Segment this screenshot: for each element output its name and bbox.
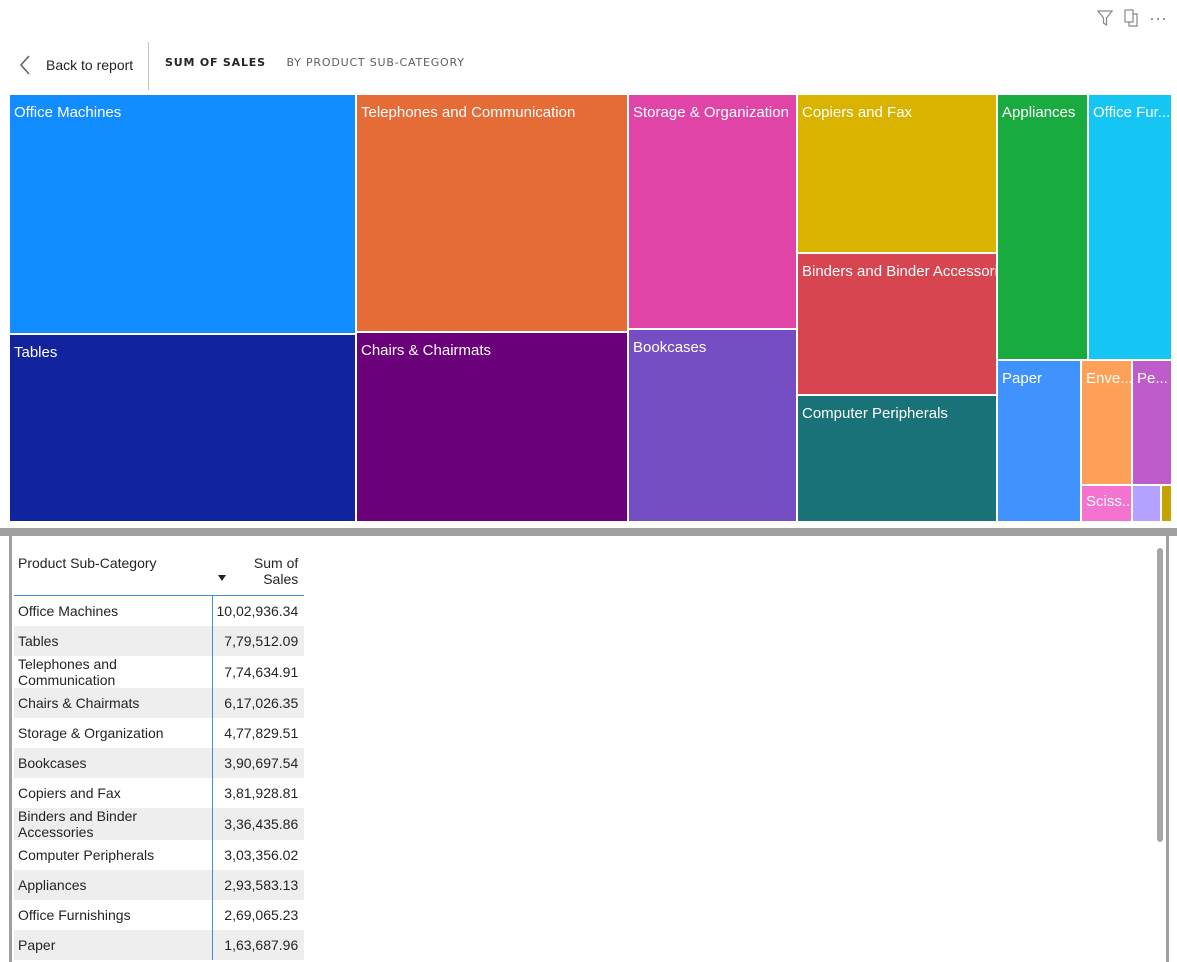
table-row[interactable]: Binders and Binder Accessories 3,36,435.8… — [14, 807, 305, 840]
column-header-category[interactable]: Product Sub-Category — [14, 547, 212, 596]
treemap-tile-paper[interactable]: Paper — [997, 360, 1081, 522]
table-row[interactable]: Tables 7,79,512.09 — [14, 625, 305, 656]
treemap-chart: Office Machines Tables Telephones and Co… — [9, 94, 1172, 522]
visual-title: SUM OF SALES BY PRODUCT SUB-CATEGORY — [165, 55, 465, 69]
table-row[interactable]: Paper 1,63,687.96 — [14, 929, 305, 960]
cell-category: Storage & Organization — [18, 724, 164, 741]
cell-value: 2,93,583.13 — [211, 869, 305, 900]
table-row[interactable]: Appliances 2,93,583.13 — [14, 869, 305, 900]
cell-value: 6,17,026.35 — [211, 687, 305, 718]
treemap-tile-tables[interactable]: Tables — [9, 334, 356, 522]
treemap-tile-small-1[interactable] — [1132, 485, 1161, 522]
treemap-tile-appliances[interactable]: Appliances — [997, 94, 1088, 360]
cell-category: Office Furnishings — [18, 906, 131, 923]
tile-label: Appliances — [1002, 104, 1076, 121]
tile-label: Binders and Binder Accessories — [802, 263, 997, 280]
sort-descending-icon — [218, 575, 227, 581]
cell-value: 10,02,936.34 — [211, 595, 305, 626]
dimension-title: BY PRODUCT SUB-CATEGORY — [286, 56, 465, 69]
cell-category: Tables — [14, 625, 212, 656]
treemap-tile-binders[interactable]: Binders and Binder Accessories — [797, 253, 997, 395]
tile-label: Pe... — [1137, 370, 1168, 387]
tile-label: Storage & Organization — [633, 104, 789, 121]
table-row[interactable]: Bookcases 3,90,697.54 — [14, 747, 305, 778]
cell-value: 3,81,928.81 — [211, 777, 305, 808]
column-header-sum-label: Sum of Sales — [253, 555, 299, 587]
back-to-report-label: Back to report — [46, 57, 134, 73]
cell-category: Paper — [14, 929, 212, 960]
tile-label: Paper — [1002, 370, 1043, 387]
visual-toolbar: ··· — [1097, 8, 1167, 28]
table-header-row: Product Sub-Category Sum of Sales — [14, 547, 305, 596]
cell-value: 7,74,634.91 — [211, 655, 305, 688]
cell-category: Chairs & Chairmats — [14, 687, 212, 718]
tile-label: Tables — [14, 344, 58, 361]
tile-label: Computer Peripherals — [802, 405, 948, 422]
focus-mode-icon[interactable] — [1123, 8, 1139, 28]
cell-value: 7,79,512.09 — [211, 625, 305, 656]
tile-label: Office Machines — [14, 104, 122, 121]
tile-label: Bookcases — [633, 339, 707, 356]
cell-value: 1,63,687.96 — [211, 929, 305, 960]
tile-label: Copiers and Fax — [802, 104, 913, 121]
cell-category: Appliances — [14, 869, 212, 900]
cell-value: 3,90,697.54 — [211, 747, 305, 778]
tile-label: Chairs & Chairmats — [361, 342, 492, 359]
cell-value: 4,77,829.51 — [211, 717, 305, 748]
table-row[interactable]: Computer Peripherals 3,03,356.02 — [14, 839, 305, 870]
cell-category: Telephones and Communication — [18, 655, 117, 688]
chevron-left-icon — [19, 55, 30, 75]
treemap-tile-copiers[interactable]: Copiers and Fax — [797, 94, 997, 253]
data-table: Product Sub-Category Sum of Sales Office… — [14, 547, 305, 960]
table-row[interactable]: Office Furnishings 2,69,065.23 — [14, 899, 305, 930]
vertical-scrollbar[interactable] — [1157, 548, 1163, 842]
treemap-tile-office-furnishings[interactable]: Office Fur... — [1088, 94, 1172, 360]
treemap-tile-office-machines[interactable]: Office Machines — [9, 94, 356, 334]
cell-category: Copiers and Fax — [18, 784, 121, 801]
cell-category: Bookcases — [14, 747, 212, 778]
cell-value: 3,36,435.86 — [211, 807, 305, 840]
cell-value: 3,03,356.02 — [211, 839, 305, 870]
tile-label: Enve... — [1086, 370, 1132, 387]
back-to-report-button[interactable]: Back to report — [18, 54, 133, 76]
treemap-tile-computer-peripherals[interactable]: Computer Peripherals — [797, 395, 997, 522]
treemap-tile-chairs[interactable]: Chairs & Chairmats — [356, 332, 628, 522]
treemap-tile-envelopes[interactable]: Enve... — [1081, 360, 1132, 485]
filter-icon[interactable] — [1097, 9, 1114, 27]
panel-separator — [0, 528, 1177, 536]
table-row[interactable]: Copiers and Fax 3,81,928.81 — [14, 777, 305, 808]
table-row[interactable]: Office Machines 10,02,936.34 — [14, 595, 305, 626]
table-body: Office Machines 10,02,936.34 Tables 7,79,5… — [14, 595, 305, 960]
treemap-tile-scissors[interactable]: Sciss... — [1081, 485, 1132, 522]
treemap-tile-bookcases[interactable]: Bookcases — [628, 329, 797, 522]
table-row[interactable]: Storage & Organization 4,77,829.51 — [14, 717, 305, 748]
treemap-tile-small-2[interactable] — [1161, 485, 1172, 522]
cell-category: Binders and Binder Accessories — [14, 807, 212, 840]
tile-label: Office Fur... — [1093, 104, 1171, 121]
tile-label: Telephones and Communication — [361, 104, 576, 121]
column-header-sum-of-sales[interactable]: Sum of Sales — [212, 547, 305, 596]
treemap-tile-telephones[interactable]: Telephones and Communication — [356, 94, 628, 332]
tile-label: Sciss... — [1086, 493, 1132, 510]
measure-title: SUM OF SALES — [165, 56, 266, 69]
cell-value: 2,69,065.23 — [211, 899, 305, 930]
more-options-icon[interactable]: ··· — [1149, 8, 1167, 28]
table-row[interactable]: Telephones and Communication 7,74,634.91 — [14, 655, 305, 688]
treemap-tile-storage[interactable]: Storage & Organization — [628, 94, 797, 329]
header-divider — [148, 42, 149, 90]
cell-category: Office Machines — [18, 602, 119, 619]
table-row[interactable]: Chairs & Chairmats 6,17,026.35 — [14, 687, 305, 718]
drill-header: Back to report SUM OF SALES BY PRODUCT S… — [0, 42, 1177, 90]
cell-category: Computer Peripherals — [18, 846, 155, 863]
treemap-tile-pens[interactable]: Pe... — [1132, 360, 1172, 485]
